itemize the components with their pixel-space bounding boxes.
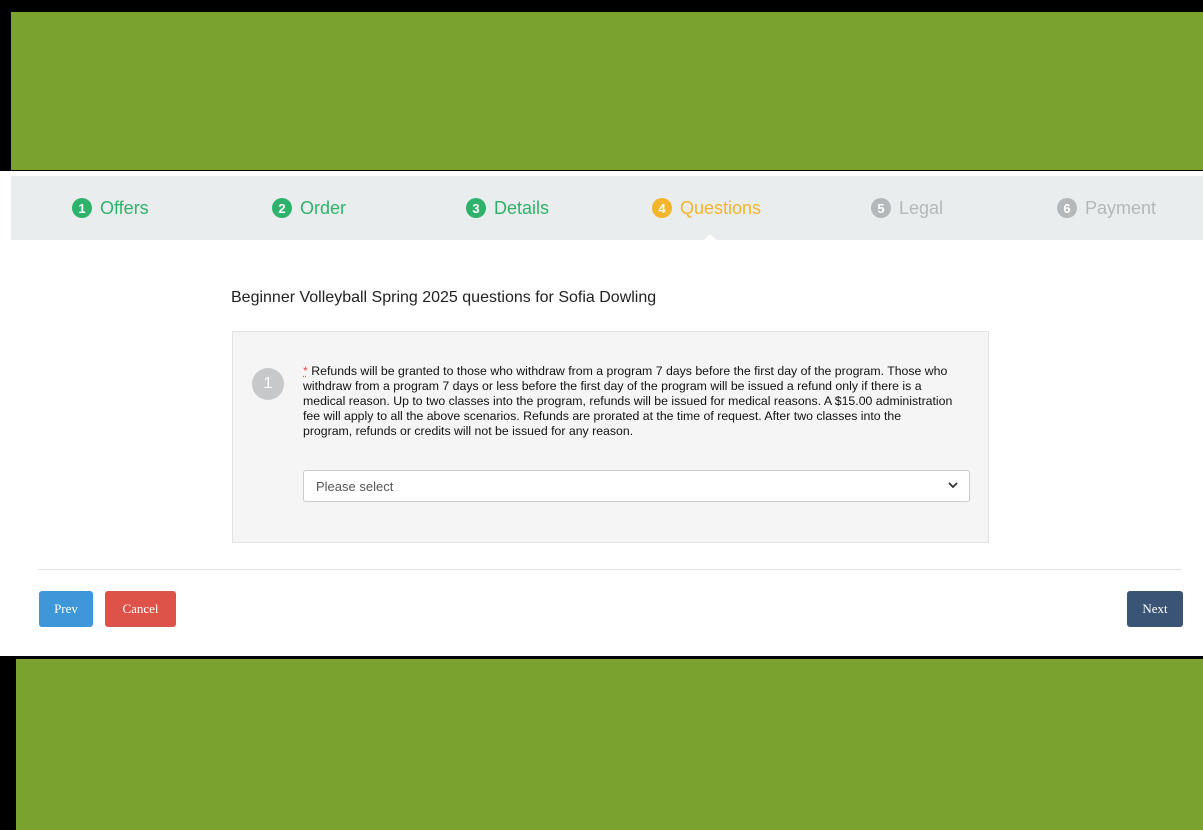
question-text: * Refunds will be granted to those who w… [303,364,953,439]
step-number-badge: 1 [72,198,92,218]
select-value: Please select [316,478,394,494]
step-legal: 5 Legal [871,176,943,240]
step-label: Legal [899,197,944,218]
top-banner [11,12,1203,170]
bottom-banner [16,659,1203,830]
step-offers[interactable]: 1 Offers [72,176,149,240]
registration-wizard: 1 Offers 2 Order 3 Details 4 Questions 5… [11,171,1203,656]
step-label: Offers [100,197,149,218]
chevron-down-icon [947,479,959,494]
divider [38,569,1182,570]
current-step-pointer [700,234,720,244]
page-title: Beginner Volleyball Spring 2025 question… [231,289,657,306]
prev-button[interactable]: Prev [39,591,93,627]
question-panel: 1 * Refunds will be granted to those who… [232,331,989,543]
step-order[interactable]: 2 Order [272,176,346,240]
question-number-badge: 1 [252,368,284,400]
step-number-badge: 6 [1057,198,1077,218]
step-number-badge: 5 [871,198,891,218]
step-questions[interactable]: 4 Questions [652,176,761,240]
step-number-badge: 2 [272,198,292,218]
step-payment: 6 Payment [1057,176,1156,240]
cancel-button[interactable]: Cancel [105,591,176,627]
step-label: Details [494,197,550,218]
step-label: Payment [1085,197,1157,218]
step-details[interactable]: 3 Details [466,176,549,240]
required-marker: * [303,364,308,378]
answer-select[interactable]: Please select [303,470,970,502]
step-number-badge: 3 [466,198,486,218]
step-label: Order [300,197,347,218]
step-number-badge: 4 [652,198,672,218]
next-button[interactable]: Next [1127,591,1183,627]
step-progress-bar: 1 Offers 2 Order 3 Details 4 Questions 5… [11,176,1203,244]
step-label: Questions [680,197,762,218]
question-body: Refunds will be granted to those who wit… [303,364,953,438]
